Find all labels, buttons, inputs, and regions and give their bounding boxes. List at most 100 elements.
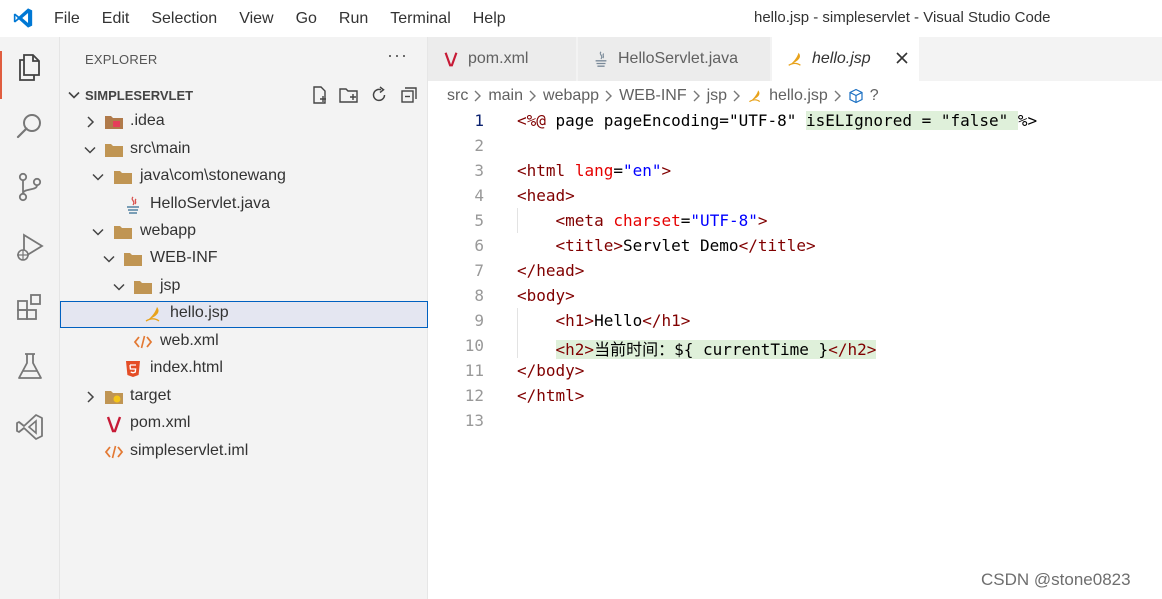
watermark: CSDN @stone0823 <box>981 570 1131 589</box>
menu-selection[interactable]: Selection <box>151 10 217 28</box>
testing-flask-icon[interactable] <box>14 351 46 383</box>
breadcrumb-web-inf[interactable]: WEB-INF <box>619 87 687 105</box>
code-line-8: 8 <body> <box>428 284 1162 309</box>
tree-item-src-main[interactable]: src\main <box>60 137 428 164</box>
menu-view[interactable]: View <box>239 10 273 28</box>
chevron-right-icon <box>529 90 537 102</box>
tree-item-jsp-folder[interactable]: jsp <box>60 274 428 301</box>
folder-icon <box>114 171 132 184</box>
java-file-icon <box>127 196 139 214</box>
editor-tab-bar: pom.xml HelloServlet.java hello.jsp <box>428 37 1162 81</box>
vscode-logo-icon <box>13 8 33 28</box>
maven-file-icon <box>106 416 122 433</box>
title-bar: File Edit Selection View Go Run Terminal… <box>0 0 1162 37</box>
activity-bar <box>0 37 60 599</box>
code-line-11: 11 </body> <box>428 359 1162 384</box>
explorer-header: EXPLORER <box>85 52 158 67</box>
line-number: 9 <box>474 311 484 330</box>
java-file-icon <box>595 51 607 67</box>
close-icon[interactable] <box>893 49 911 67</box>
folder-icon <box>134 281 152 294</box>
menu-terminal[interactable]: Terminal <box>390 10 450 28</box>
line-number: 3 <box>474 161 484 180</box>
tab-helloservlet-java[interactable]: HelloServlet.java <box>578 37 771 81</box>
menu-file[interactable]: File <box>54 10 80 28</box>
chevron-right-icon <box>733 90 741 102</box>
tree-item-hello-jsp[interactable]: hello.jsp <box>60 301 428 328</box>
tree-item-label: java\com\stonewang <box>140 167 286 184</box>
chevron-down-icon <box>103 255 115 263</box>
chevron-down-icon <box>92 228 104 236</box>
tree-item-web-xml[interactable]: web.xml <box>60 329 428 356</box>
new-folder-icon[interactable] <box>339 85 359 105</box>
menu-go[interactable]: Go <box>296 10 317 28</box>
code-line-5: 5 <meta charset="UTF-8"> <box>428 209 1162 234</box>
line-number: 7 <box>474 261 484 280</box>
line-5-code: <meta charset="UTF-8"> <box>555 211 768 230</box>
tree-item-helloservlet-java[interactable]: HelloServlet.java <box>60 192 428 219</box>
folder-idea-icon <box>105 116 123 129</box>
breadcrumb-symbol[interactable]: ? <box>870 87 879 105</box>
tree-item-webapp[interactable]: webapp <box>60 219 428 246</box>
tree-item-java-package[interactable]: java\com\stonewang <box>60 164 428 191</box>
remote-explorer-icon[interactable] <box>14 411 46 443</box>
menu-run[interactable]: Run <box>339 10 368 28</box>
extensions-icon[interactable] <box>14 291 46 323</box>
line-number: 11 <box>464 361 484 380</box>
refresh-icon[interactable] <box>369 85 389 105</box>
code-line-10: 10 <h2>当前时间：${ currentTime }</h2> <box>428 334 1162 359</box>
breadcrumb-src[interactable]: src <box>447 87 468 105</box>
menu-edit[interactable]: Edit <box>102 10 130 28</box>
maven-file-icon <box>444 52 458 67</box>
menu-help[interactable]: Help <box>473 10 506 28</box>
jsp-directive-close: %> <box>1017 111 1038 130</box>
token-attr: pageEncoding= <box>603 111 729 130</box>
tab-label: hello.jsp <box>812 50 871 67</box>
workspace-section-header[interactable]: SIMPLESERVLET <box>60 83 428 107</box>
breadcrumb-jsp[interactable]: jsp <box>707 87 727 105</box>
tree-item-web-inf[interactable]: WEB-INF <box>60 246 428 273</box>
line-12-code: </html> <box>517 386 585 405</box>
tree-item-pom-xml[interactable]: pom.xml <box>60 411 428 438</box>
tree-item-label: index.html <box>150 359 223 376</box>
search-icon[interactable] <box>14 111 46 143</box>
line-number: 1 <box>474 111 484 130</box>
more-actions-icon[interactable]: ··· <box>387 45 408 66</box>
source-control-icon[interactable] <box>14 171 46 203</box>
collapse-all-icon[interactable] <box>399 85 419 105</box>
breadcrumb-hello-jsp[interactable]: hello.jsp <box>769 87 828 105</box>
tree-item-idea[interactable]: .idea <box>60 109 428 136</box>
code-line-13: 13 <box>428 409 1162 434</box>
new-file-icon[interactable] <box>310 85 330 105</box>
activity-active-indicator <box>0 51 2 99</box>
tab-label: pom.xml <box>468 50 529 67</box>
line-number: 2 <box>474 136 484 155</box>
folder-icon <box>105 144 123 157</box>
code-line-2: 2 <box>428 134 1162 159</box>
line-3-code: <html lang="en"> <box>517 161 672 180</box>
tab-label: HelloServlet.java <box>618 50 739 67</box>
tree-item-label: .idea <box>130 112 165 129</box>
symbol-cube-icon <box>849 88 863 104</box>
tree-item-index-html[interactable]: index.html <box>60 356 428 383</box>
line-number: 13 <box>464 411 484 430</box>
explorer-files-icon[interactable] <box>14 51 46 83</box>
xml-file-icon <box>133 335 153 349</box>
code-line-12: 12 </html> <box>428 384 1162 409</box>
token-highlight: isELIgnored = "false" <box>806 111 1018 130</box>
tree-item-target[interactable]: target <box>60 384 428 411</box>
breadcrumb-main[interactable]: main <box>488 87 523 105</box>
breadcrumb-webapp[interactable]: webapp <box>543 87 599 105</box>
line-7-code: </head> <box>517 261 585 280</box>
chevron-down-icon <box>113 283 125 291</box>
line-number: 4 <box>474 186 484 205</box>
tab-pom-xml[interactable]: pom.xml <box>428 37 577 81</box>
tree-item-label: pom.xml <box>130 414 191 431</box>
line-4-code: <head> <box>517 186 575 205</box>
tree-item-simpleservlet-iml[interactable]: simpleservlet.iml <box>60 439 428 466</box>
code-line-3: 3 <html lang="en"> <box>428 159 1162 184</box>
code-editor[interactable]: 1 <%@ page pageEncoding="UTF-8" isELIgno… <box>428 108 1162 599</box>
tab-hello-jsp[interactable]: hello.jsp <box>772 37 920 81</box>
xml-file-icon <box>104 445 124 459</box>
run-debug-icon[interactable] <box>14 231 46 263</box>
